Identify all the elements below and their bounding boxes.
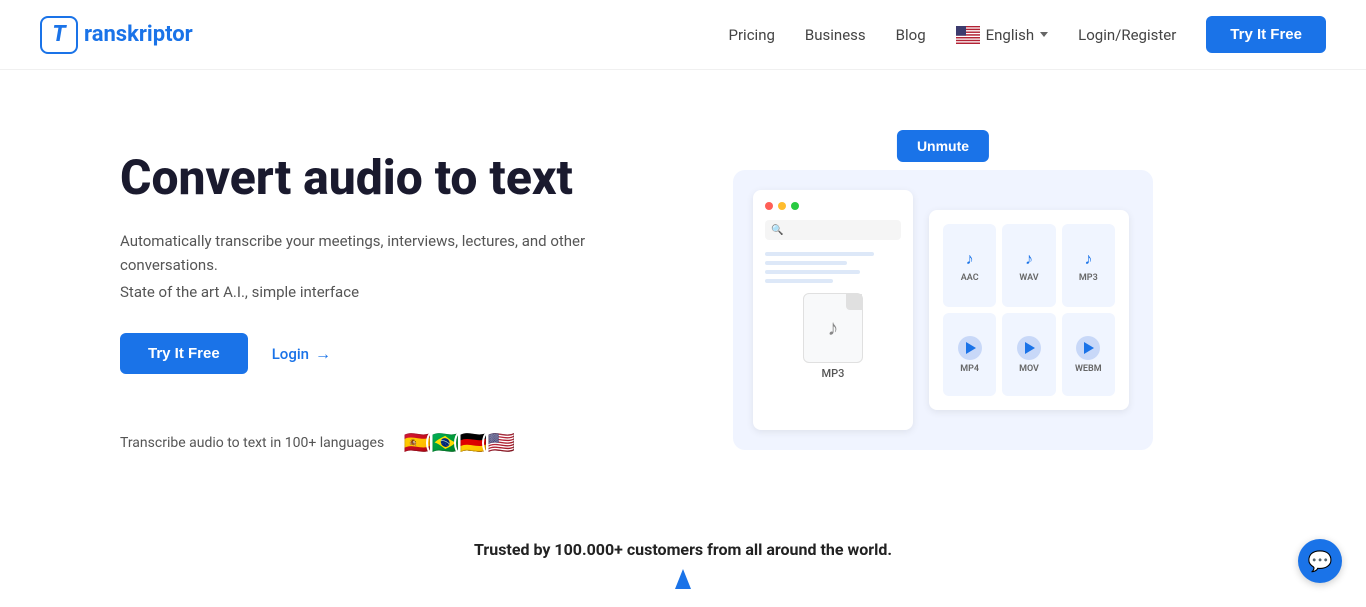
header: T ranskriptor Pricing Business Blog xyxy=(0,0,1366,70)
app-preview: 🔍 ♪ MP3 xyxy=(733,170,1153,450)
chart-hint xyxy=(0,559,1366,589)
hero-login-button[interactable]: Login → xyxy=(272,344,331,364)
format-mp4-label: MP4 xyxy=(960,364,979,374)
trusted-text: Trusted by 100.000+ customers from all a… xyxy=(0,540,1366,559)
languages-label: Transcribe audio to text in 100+ languag… xyxy=(120,435,384,451)
music-note-icon: ♪ xyxy=(828,315,839,341)
format-webm[interactable]: WEBM xyxy=(1062,313,1115,396)
format-wav[interactable]: ♪ WAV xyxy=(1002,224,1055,307)
format-mov-label: MOV xyxy=(1019,364,1039,374)
hero-buttons: Try It Free Login → xyxy=(120,333,640,374)
flag-usa: 🇺🇸 xyxy=(482,424,520,462)
language-label: English xyxy=(986,26,1035,44)
sidebar-line xyxy=(765,279,833,283)
nav-login-register[interactable]: Login/Register xyxy=(1078,26,1176,44)
format-mp4[interactable]: MP4 xyxy=(943,313,996,396)
logo[interactable]: T ranskriptor xyxy=(40,16,193,54)
format-mp3[interactable]: ♪ MP3 xyxy=(1062,224,1115,307)
format-mp3-label: MP3 xyxy=(1079,273,1098,283)
hero-description2: State of the art A.I., simple interface xyxy=(120,283,640,301)
browser-search[interactable]: 🔍 xyxy=(765,220,901,240)
play-icon-webm xyxy=(1076,336,1100,360)
try-free-button[interactable]: Try It Free xyxy=(1206,16,1326,53)
login-label: Login xyxy=(272,345,309,363)
nav-pricing[interactable]: Pricing xyxy=(729,26,775,44)
dot-green xyxy=(791,202,799,210)
hero-right: Unmute 🔍 xyxy=(640,130,1246,450)
play-icon-mp4 xyxy=(958,336,982,360)
sidebar-line xyxy=(765,270,860,274)
mp3-file: ♪ MP3 xyxy=(765,293,901,380)
play-triangle-webm-icon xyxy=(1084,342,1094,354)
nav-blog[interactable]: Blog xyxy=(896,26,926,44)
format-panel: ♪ AAC ♪ WAV ♪ MP3 MP4 xyxy=(929,210,1129,410)
unmute-button[interactable]: Unmute xyxy=(897,130,989,162)
chat-bubble-button[interactable]: 💬 xyxy=(1298,539,1342,583)
dot-yellow xyxy=(778,202,786,210)
chart-bar-icon xyxy=(675,569,691,589)
format-wav-label: WAV xyxy=(1019,273,1038,283)
play-triangle-icon xyxy=(966,342,976,354)
music-note-mp3-icon: ♪ xyxy=(1084,249,1092,269)
music-note-aac-icon: ♪ xyxy=(966,249,974,269)
music-note-wav-icon: ♪ xyxy=(1025,249,1033,269)
flags-group: 🇪🇸 🇧🇷 🇩🇪 🇺🇸 xyxy=(398,424,520,462)
play-icon-mov xyxy=(1017,336,1041,360)
nav-business[interactable]: Business xyxy=(805,26,866,44)
mp3-label: MP3 xyxy=(822,367,845,380)
main-nav: Pricing Business Blog English xyxy=(729,16,1327,53)
search-icon: 🔍 xyxy=(771,225,783,236)
language-selector[interactable]: English xyxy=(956,26,1049,44)
browser-dots xyxy=(765,202,901,210)
dot-red xyxy=(765,202,773,210)
bottom-section: Trusted by 100.000+ customers from all a… xyxy=(0,520,1366,589)
sidebar-lines xyxy=(765,252,901,283)
hero-try-free-button[interactable]: Try It Free xyxy=(120,333,248,374)
sidebar-line xyxy=(765,252,874,256)
hero-section: Convert audio to text Automatically tran… xyxy=(0,70,1366,520)
format-mov[interactable]: MOV xyxy=(1002,313,1055,396)
logo-text: ranskriptor xyxy=(84,22,193,47)
play-triangle-mov-icon xyxy=(1025,342,1035,354)
format-aac[interactable]: ♪ AAC xyxy=(943,224,996,307)
logo-icon: T xyxy=(40,16,78,54)
flag-us-icon xyxy=(956,26,980,44)
mp3-icon: ♪ xyxy=(803,293,863,363)
chat-icon: 💬 xyxy=(1308,549,1333,573)
file-browser-panel: 🔍 ♪ MP3 xyxy=(753,190,913,430)
sidebar-line xyxy=(765,261,847,265)
hero-title: Convert audio to text xyxy=(120,150,640,205)
format-webm-label: WEBM xyxy=(1075,364,1102,374)
format-aac-label: AAC xyxy=(961,273,979,283)
arrow-right-icon: → xyxy=(315,344,331,364)
languages-row: Transcribe audio to text in 100+ languag… xyxy=(120,424,640,462)
chevron-down-icon xyxy=(1040,32,1048,37)
hero-left: Convert audio to text Automatically tran… xyxy=(120,130,640,462)
hero-description1: Automatically transcribe your meetings, … xyxy=(120,229,640,277)
